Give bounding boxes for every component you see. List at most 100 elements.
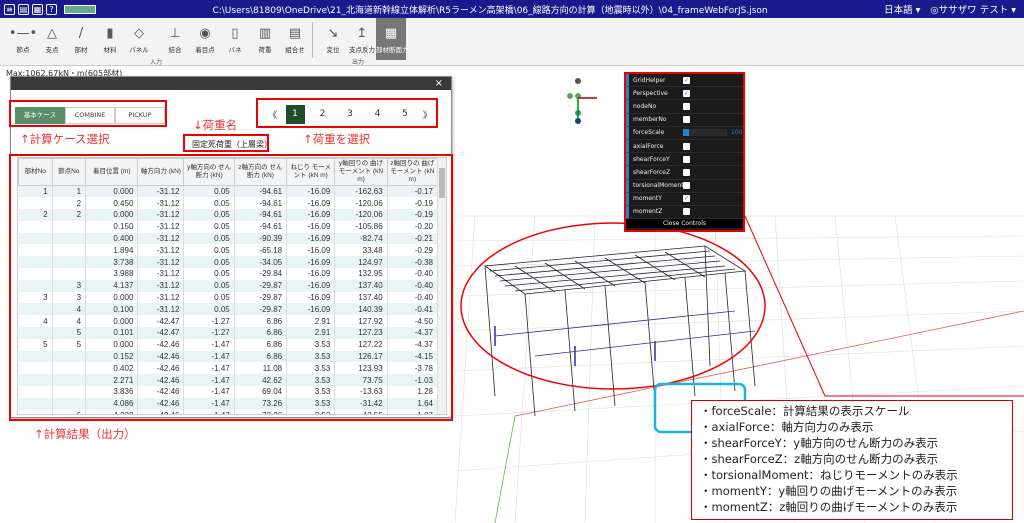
table-row[interactable]: 5 0.101 -42.47 -1.27 6.86 2.91 127.23 -4.37: [18, 327, 439, 339]
material-icon: ▮: [106, 25, 114, 41]
pager-page-2[interactable]: 2: [313, 105, 332, 124]
control-shearForceY[interactable]: shearForceY: [626, 153, 743, 167]
checkbox[interactable]: [683, 116, 690, 124]
table-cell: -16.09: [286, 220, 336, 233]
tool-label: パネル: [129, 46, 149, 54]
table-row[interactable]: 2 2 0.000 -31.12 0.05 -94.61 -16.09 -120.06 -0.1…: [18, 209, 439, 221]
checkbox[interactable]: [683, 142, 690, 150]
table-row[interactable]: 1 1 0.000 -31.12 0.05 -94.61 -16.09 -162.63 -0.1…: [18, 185, 439, 198]
table-cell: 6.86: [234, 327, 288, 339]
control-label: shearForceY: [633, 155, 670, 163]
file-path: C:\Users\81809\OneDrive\21_北海道新幹線立体解析\R5…: [212, 5, 768, 16]
help-icon[interactable]: ?: [46, 3, 57, 15]
table-row[interactable]: 0.402 -42.46 -1.47 11.08 3.53 123.93 -3.78: [18, 362, 439, 375]
table-cell: 0.000: [85, 338, 139, 351]
table-cell: 4.137: [85, 279, 139, 292]
control-Perspective[interactable]: Perspective ✓: [626, 87, 743, 101]
table-cell: -3.78: [387, 362, 439, 375]
frame-structure: [483, 245, 756, 417]
tool-reaction-button[interactable]: ↥ 支点反力: [347, 22, 377, 55]
checkbox[interactable]: ✓: [683, 76, 690, 84]
table-row[interactable]: 4 0.100 -31.12 0.05 -29.87 -16.09 140.39 -0.41: [18, 303, 439, 316]
checkbox[interactable]: [683, 182, 690, 190]
pager-page-3[interactable]: 3: [340, 105, 359, 124]
pager-prev[interactable]: 《: [268, 108, 277, 121]
tool-panel-button[interactable]: ◇ パネル: [124, 22, 154, 55]
control-momentZ[interactable]: momentZ: [626, 205, 743, 220]
pager-next[interactable]: 》: [423, 108, 432, 121]
table-cell: 3: [18, 291, 53, 304]
control-GridHelper[interactable]: GridHelper ✓: [626, 74, 743, 88]
table-cell: 73.26: [234, 409, 288, 414]
tool-combination-button[interactable]: ▤ 組合せ: [280, 22, 310, 55]
table-cell: 0.152: [85, 350, 139, 363]
table-row[interactable]: 0.400 -31.12 0.05 -90.39 -16.09 -82.74 -0.21: [18, 232, 439, 245]
table-row[interactable]: 3 4.137 -31.12 0.05 -29.87 -16.09 137.40 -0.40: [18, 279, 439, 292]
tool-focus-point-button[interactable]: ◉ 着目点: [190, 22, 220, 55]
table-row[interactable]: 0.152 -42.46 -1.47 6.86 3.53 126.17 -4.15: [18, 350, 439, 363]
control-nodeNo[interactable]: nodeNo: [626, 100, 743, 114]
menu-icon[interactable]: ≡: [4, 3, 15, 15]
tab-basic-case[interactable]: 基本ケース: [15, 107, 65, 124]
support-icon: △: [47, 25, 57, 41]
pager-page-1[interactable]: 1: [285, 104, 305, 124]
tool-section-force-button[interactable]: ▦ 部材断面力: [376, 18, 409, 60]
table-row[interactable]: 0.150 -31.12 0.05 -94.61 -16.09 -105.86 -0.20: [18, 220, 439, 233]
checkbox[interactable]: [683, 155, 690, 163]
table-cell: -31.12: [137, 279, 185, 292]
table-cell: 73.26: [234, 397, 288, 410]
table-row[interactable]: 3.738 -31.12 0.05 -34.05 -16.09 124.97 -0.38: [18, 256, 439, 269]
force-scale-slider[interactable]: [683, 129, 727, 137]
control-shearForceZ[interactable]: shearForceZ: [626, 166, 743, 180]
print-icon[interactable]: ▦: [32, 3, 43, 15]
table-row[interactable]: 3 3 0.000 -31.12 0.05 -29.87 -16.09 137.40 -0.40: [18, 291, 439, 304]
checkbox[interactable]: [683, 102, 690, 110]
tool-support-button[interactable]: △ 支点: [37, 22, 67, 55]
language-dropdown[interactable]: 日本語 ▾: [884, 2, 920, 16]
control-axialForce[interactable]: axialForce: [626, 139, 743, 154]
user-menu[interactable]: ◎ササザワ テスト ▾: [930, 2, 1016, 16]
control-momentY[interactable]: momentY ✓: [626, 192, 743, 206]
checkbox[interactable]: ✓: [683, 89, 690, 97]
table-row[interactable]: 4 4 0.000 -42.47 -1.27 6.86 2.91 127.92 -4.50: [18, 315, 439, 328]
table-cell: 3.836: [85, 386, 139, 398]
table-cell: [18, 268, 53, 280]
tool-joint-button[interactable]: ⊥ 結合: [160, 22, 190, 55]
table-cell: 4.086: [85, 397, 139, 410]
table-row[interactable]: 5 5 0.000 -42.46 -1.47 6.86 3.53 127.22 -4.37: [18, 338, 439, 351]
force-scale-value[interactable]: 100: [731, 129, 742, 136]
tool-load-button[interactable]: ▥ 荷重: [250, 22, 280, 55]
table-row[interactable]: 3.836 -42.46 -1.47 69.04 3.53 -13.63 1.28: [18, 386, 439, 398]
table-row[interactable]: 1.894 -31.12 0.05 -65.18 -16.09 33.48 -0.29: [18, 244, 439, 257]
table-cell: 0.150: [85, 220, 139, 233]
table-cell: 0.402: [85, 362, 139, 375]
close-icon[interactable]: ×: [435, 78, 443, 89]
checkbox[interactable]: ✓: [683, 195, 690, 203]
table-row[interactable]: 4.086 -42.46 -1.47 73.26 3.53 -31.42 1.64: [18, 397, 439, 410]
checkbox[interactable]: [683, 168, 690, 176]
control-memberNo[interactable]: memberNo: [626, 113, 743, 127]
tool-node-button[interactable]: •—• 節点: [8, 22, 38, 55]
table-row[interactable]: 3.988 -31.12 0.05 -29.84 -16.09 132.95 -0.40: [18, 268, 439, 280]
table-scrollbar[interactable]: [437, 158, 446, 414]
table-row[interactable]: 2.271 -42.46 -1.47 42.62 3.53 73.75 -1.03: [18, 374, 439, 387]
save-icon[interactable]: ▤: [18, 3, 29, 15]
table-row[interactable]: 64.238-42.46-1.4773.263.53-42.551.87: [18, 409, 439, 414]
control-forceScale[interactable]: forceScale 100: [626, 126, 743, 140]
tool-spring-button[interactable]: ▯ バネ: [220, 22, 250, 55]
tab-pickup[interactable]: PICKUP: [115, 107, 165, 124]
mode-toggle[interactable]: [64, 4, 96, 14]
pager-page-5[interactable]: 5: [395, 105, 414, 124]
table-row[interactable]: 2 0.450 -31.12 0.05 -94.61 -16.09 -120.06 -0.19: [18, 197, 439, 210]
table-cell: [18, 244, 53, 257]
control-torsionalMoment[interactable]: torsionalMoment: [626, 179, 743, 193]
checkbox[interactable]: [683, 208, 690, 216]
table-cell: -31.12: [137, 185, 185, 198]
tool-material-button[interactable]: ▮ 材料: [95, 22, 125, 55]
tool-member-button[interactable]: / 部材: [66, 22, 96, 55]
note-line: ・shearForceZ：z軸方向のせん断力のみ表示: [700, 452, 939, 466]
pager-page-4[interactable]: 4: [368, 105, 387, 124]
tool-displacement-button[interactable]: ↘ 変位: [318, 22, 348, 55]
tab-combine[interactable]: COMBINE: [65, 107, 115, 124]
close-controls-button[interactable]: Close Controls: [626, 219, 743, 229]
